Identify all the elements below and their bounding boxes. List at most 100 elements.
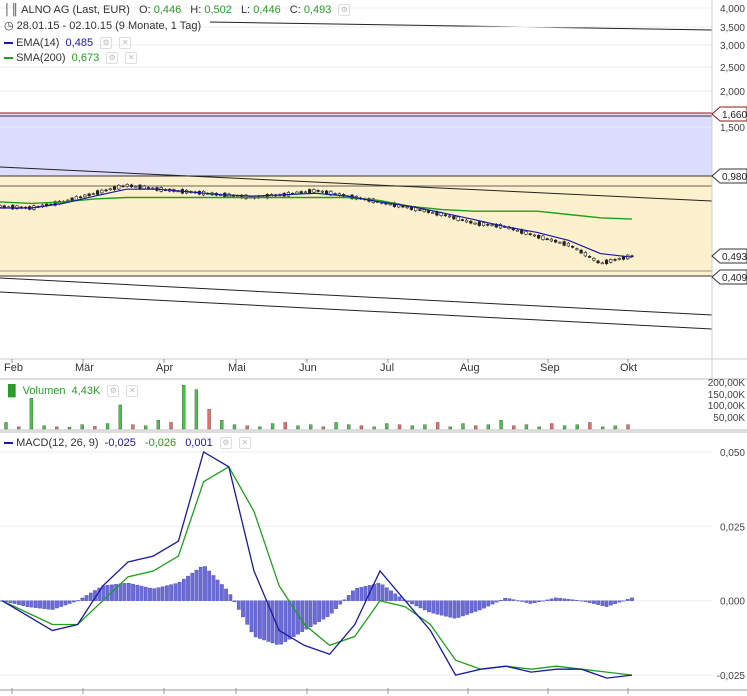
sma-swatch (4, 57, 13, 60)
date-range-text: 28.01.15 - 02.10.15 (9 Monate, 1 Tag) (16, 20, 202, 32)
macd-histogram-bar (177, 581, 182, 601)
candle-body (515, 229, 520, 232)
volume-bar (17, 426, 21, 430)
candle-body (142, 185, 146, 190)
macd-histogram-bar (262, 600, 266, 641)
volume-bar (67, 427, 72, 430)
volume-bar (194, 389, 199, 430)
volume-bar (397, 424, 402, 430)
macd-histogram-bar (600, 600, 605, 606)
macd-histogram-bar (59, 600, 64, 607)
volume-bar (309, 424, 313, 430)
month-label: Sep (540, 362, 560, 374)
macd-histogram-bar (228, 594, 233, 601)
macd-histogram-bar (418, 600, 423, 609)
candle-body (448, 215, 452, 218)
settings-icon[interactable]: ⚙ (338, 4, 351, 17)
instrument-header: │║ ALNO AG (Last, EUR) O: 0,446 H: 0,502… (4, 3, 351, 17)
trend-line (0, 291, 713, 330)
volume-bar (486, 424, 491, 430)
macd-tick-label: 0,025 (720, 522, 745, 533)
signal-line (1, 465, 633, 676)
volume-bar (232, 424, 237, 430)
candle-body (146, 187, 151, 189)
macd-histogram-bar (160, 586, 165, 601)
volume-bar (143, 425, 148, 430)
macd-histogram-bar (152, 588, 157, 601)
macd-histogram-bar (422, 600, 427, 611)
candle-body (600, 262, 604, 265)
candle-body (532, 234, 537, 237)
candle-body (545, 238, 549, 240)
candle-body (312, 189, 316, 193)
candle-body (604, 259, 609, 265)
volume-bar (347, 424, 351, 430)
volume-bar (626, 424, 630, 430)
macd-histogram-bar (321, 600, 326, 620)
volume-bar (613, 425, 617, 430)
candle-body (464, 219, 469, 223)
macd-histogram-bar (84, 595, 89, 601)
chart-type-icon[interactable]: │║ (4, 4, 19, 16)
ema-settings-icon[interactable]: ⚙ (100, 37, 113, 50)
candle-body (95, 190, 100, 195)
candle-body (100, 189, 104, 194)
candle-body (121, 185, 125, 188)
candle-body (528, 233, 532, 235)
macd-histogram-bar (338, 600, 343, 605)
candle-body (613, 259, 617, 261)
macd-histogram-bar (198, 566, 203, 601)
macd-histogram-bar (186, 575, 190, 601)
candle-body (78, 196, 83, 199)
candle-body (486, 223, 490, 226)
macd-histogram-bar (452, 600, 457, 619)
macd-settings-icon[interactable]: ⚙ (219, 437, 232, 450)
ema-close-icon[interactable]: ✕ (119, 37, 132, 50)
candle-body (609, 259, 613, 263)
ema-label: EMA(14) (16, 37, 60, 49)
candle-body (87, 193, 91, 197)
volume-icon: ▐▌ (4, 385, 20, 397)
macd-tick-label: 0,050 (720, 448, 745, 459)
sma-label: SMA(200) (16, 52, 66, 64)
price-marker-label: 1,660 (722, 110, 747, 121)
macd-histogram-bar (181, 578, 186, 601)
macd-histogram-bar (300, 600, 305, 632)
volume-settings-icon[interactable]: ⚙ (107, 385, 120, 398)
candle-body (125, 184, 129, 187)
macd-histogram-bar (194, 569, 199, 601)
macd-histogram-bar (448, 600, 453, 618)
candle-body (134, 186, 138, 188)
volume-bar (499, 420, 503, 430)
sma-settings-icon[interactable]: ⚙ (106, 52, 119, 65)
macd-histogram-bar (346, 595, 351, 601)
macd-histogram-bar (270, 600, 275, 644)
volume-bar (385, 423, 389, 430)
volume-close-icon[interactable]: ✕ (126, 385, 139, 398)
macd-histogram-bar (63, 600, 68, 606)
volume-tick-label: 150,00K (708, 390, 746, 401)
trend-line (0, 277, 713, 316)
macd-histogram-bar (477, 600, 482, 611)
candle-body (0, 205, 2, 208)
price-axis: 4,000 3,500 3,000 2,500 2,000 1,500 (711, 0, 745, 378)
volume-label: Volumen (22, 385, 66, 397)
chart-canvas[interactable]: 4,000 3,500 3,000 2,500 2,000 1,500 1,660 0,98… (0, 0, 747, 696)
candle-body (562, 241, 566, 246)
candle-body (299, 191, 303, 194)
macd-histogram-bar (143, 586, 148, 601)
volume-bar (258, 426, 262, 430)
sma-close-icon[interactable]: ✕ (125, 52, 138, 65)
macd-value-3: 0,001 (185, 437, 213, 449)
macd-axis: 0,050 0,025 0,000 -0,025 (717, 448, 746, 682)
macd-histogram-bar (554, 597, 558, 601)
macd-histogram-bar (156, 587, 161, 601)
volume-bar (474, 425, 478, 430)
macd-histogram-bar (473, 600, 478, 612)
macd-histogram-bar (520, 600, 524, 602)
volume-bar (80, 424, 84, 430)
macd-histogram-bar (126, 582, 131, 601)
ohlc-high-value: 0,502 (204, 4, 232, 16)
macd-histogram-bar (439, 600, 444, 616)
macd-close-icon[interactable]: ✕ (238, 437, 251, 450)
